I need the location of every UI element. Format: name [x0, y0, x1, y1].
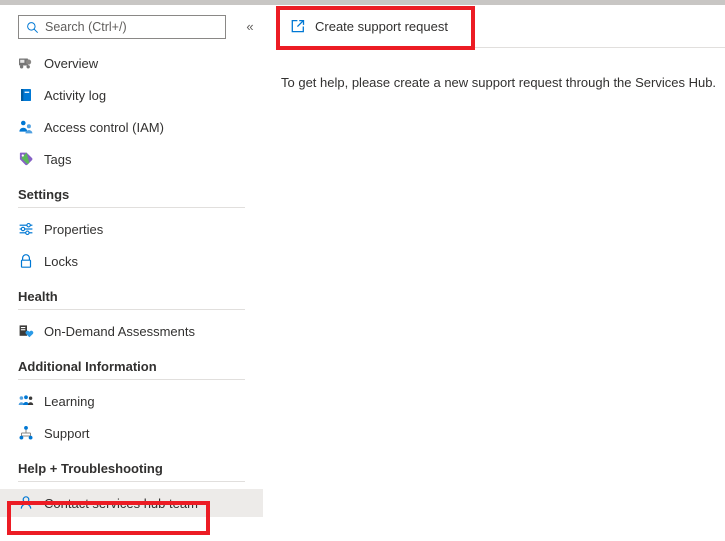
section-title: Health [18, 289, 58, 304]
sidebar: « Overview [0, 5, 270, 541]
sidebar-item-label: Support [44, 425, 90, 441]
sidebar-item-label: Activity log [44, 87, 107, 103]
section-header-settings: Settings [0, 187, 270, 208]
sidebar-item-activity-log[interactable]: Activity log [0, 81, 270, 109]
learning-icon [18, 393, 34, 409]
lock-icon [18, 253, 34, 269]
sidebar-item-on-demand-assessments[interactable]: On-Demand Assessments [0, 317, 270, 345]
main-content: Create support request To get help, plea… [270, 5, 725, 541]
section-header-additional-information: Additional Information [0, 359, 270, 380]
sidebar-item-label: Access control (IAM) [44, 119, 164, 135]
support-icon [18, 425, 34, 441]
section-divider [18, 207, 245, 208]
sidebar-item-learning[interactable]: Learning [0, 387, 270, 415]
section-header-help-troubleshooting: Help + Troubleshooting [0, 461, 270, 482]
sidebar-item-label: Properties [44, 221, 104, 237]
sidebar-item-access-control[interactable]: Access control (IAM) [0, 113, 270, 141]
sidebar-item-tags[interactable]: Tags [0, 145, 270, 173]
search-icon [26, 21, 39, 34]
search-box[interactable] [18, 15, 226, 39]
section-divider [18, 379, 245, 380]
contact-person-icon [18, 495, 34, 511]
tags-icon [18, 151, 34, 167]
section-divider [18, 309, 245, 310]
overview-icon [18, 55, 34, 71]
section-title: Additional Information [18, 359, 157, 374]
sidebar-item-overview[interactable]: Overview [0, 49, 270, 77]
sidebar-item-label: Locks [44, 253, 78, 269]
external-link-icon [290, 18, 306, 34]
create-support-request-label: Create support request [315, 18, 448, 34]
sidebar-search-row: « [18, 15, 260, 41]
sidebar-item-label: On-Demand Assessments [44, 323, 196, 339]
collapse-sidebar-button[interactable]: « [240, 17, 260, 37]
sidebar-item-contact-services-hub-team[interactable]: Contact services hub team [0, 489, 263, 517]
section-title: Help + Troubleshooting [18, 461, 163, 476]
sidebar-item-properties[interactable]: Properties [0, 215, 270, 243]
assessments-icon [18, 323, 34, 339]
section-title: Settings [18, 187, 70, 202]
command-toolbar: Create support request [270, 5, 725, 48]
sidebar-nav: Overview Activity log Access control (IA… [0, 49, 270, 521]
sidebar-item-label: Tags [44, 151, 72, 167]
properties-icon [18, 221, 34, 237]
sidebar-item-locks[interactable]: Locks [0, 247, 270, 275]
section-header-health: Health [0, 289, 270, 310]
sidebar-item-support[interactable]: Support [0, 419, 270, 447]
create-support-request-button[interactable]: Create support request [284, 13, 454, 39]
activity-log-icon [18, 87, 34, 103]
help-message: To get help, please create a new support… [281, 75, 717, 90]
toolbar-divider [475, 47, 725, 48]
sidebar-item-label: Learning [44, 393, 95, 409]
sidebar-item-label: Contact services hub team [44, 495, 198, 511]
section-divider [18, 481, 245, 482]
sidebar-item-label: Overview [44, 55, 99, 71]
access-control-icon [18, 119, 34, 135]
search-input[interactable] [45, 20, 220, 34]
